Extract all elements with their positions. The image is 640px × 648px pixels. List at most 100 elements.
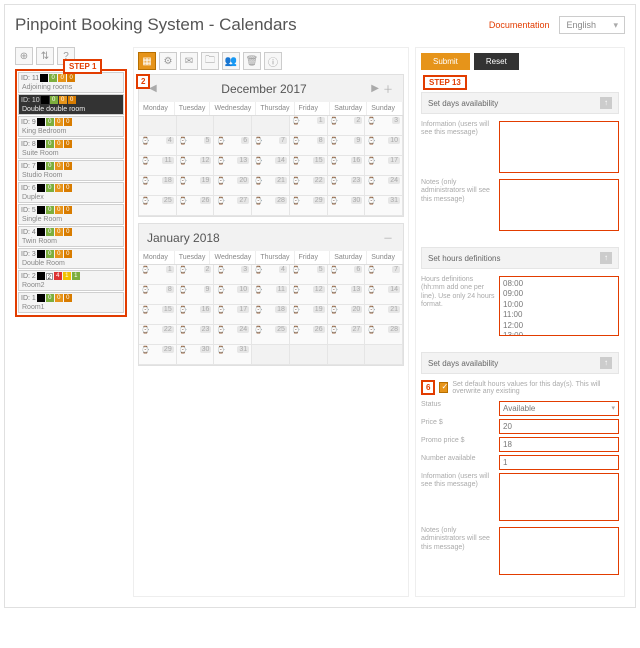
day-cell[interactable] bbox=[365, 345, 403, 365]
day-cell[interactable]: ⌚10 bbox=[214, 285, 252, 305]
day-cell[interactable]: ⌚2 bbox=[328, 116, 366, 136]
collapse-icon[interactable]: ↑ bbox=[600, 357, 612, 369]
info-textarea-2[interactable] bbox=[499, 473, 619, 521]
day-cell[interactable]: ⌚16 bbox=[328, 156, 366, 176]
sort-icon[interactable]: ⇅ bbox=[36, 47, 54, 65]
reset-button[interactable]: Reset bbox=[474, 53, 519, 70]
day-cell[interactable]: ⌚17 bbox=[365, 156, 403, 176]
day-cell[interactable]: ⌚23 bbox=[328, 176, 366, 196]
day-cell[interactable]: ⌚30 bbox=[177, 345, 215, 365]
day-cell[interactable]: ⌚8 bbox=[139, 285, 177, 305]
day-cell[interactable]: ⌚26 bbox=[177, 196, 215, 216]
day-cell[interactable]: ⌚20 bbox=[328, 305, 366, 325]
day-cell[interactable]: ⌚24 bbox=[214, 325, 252, 345]
info-textarea[interactable] bbox=[499, 121, 619, 173]
hours-textarea[interactable]: 08:00 09:00 10:00 11:00 12:00 13:00 bbox=[499, 276, 619, 336]
day-cell[interactable]: ⌚18 bbox=[139, 176, 177, 196]
day-cell[interactable]: ⌚28 bbox=[252, 196, 290, 216]
toolbar-icon[interactable]: ✉ bbox=[180, 52, 198, 70]
toolbar-icon[interactable]: 👥 bbox=[222, 52, 240, 70]
day-cell[interactable]: ⌚6 bbox=[328, 265, 366, 285]
room-item[interactable]: ID: 1 000 Room1 bbox=[18, 292, 124, 313]
day-cell[interactable]: ⌚25 bbox=[139, 196, 177, 216]
room-item[interactable]: ID: 10 000 Double double room bbox=[18, 94, 124, 115]
notes-textarea-2[interactable] bbox=[499, 527, 619, 575]
day-cell[interactable]: ⌚13 bbox=[328, 285, 366, 305]
day-cell[interactable]: ⌚19 bbox=[290, 305, 328, 325]
day-cell[interactable]: ⌚14 bbox=[252, 156, 290, 176]
day-cell[interactable]: ⌚17 bbox=[214, 305, 252, 325]
room-item[interactable]: ID: 2 2411 Room2 bbox=[18, 270, 124, 291]
day-cell[interactable]: ⌚4 bbox=[139, 136, 177, 156]
room-item[interactable]: ID: 5 000 Single Room bbox=[18, 204, 124, 225]
day-cell[interactable]: ⌚1 bbox=[139, 265, 177, 285]
price-input[interactable] bbox=[499, 419, 619, 434]
day-cell[interactable]: ⌚25 bbox=[252, 325, 290, 345]
day-cell[interactable]: ⌚11 bbox=[139, 156, 177, 176]
day-cell[interactable] bbox=[328, 345, 366, 365]
day-cell[interactable]: ⌚31 bbox=[214, 345, 252, 365]
day-cell[interactable]: ⌚3 bbox=[365, 116, 403, 136]
panel-header[interactable]: Set hours definitions ↑ bbox=[421, 247, 619, 269]
day-cell[interactable]: ⌚1 bbox=[290, 116, 328, 136]
panel-header[interactable]: Set days availability ↑ bbox=[421, 352, 619, 374]
day-cell[interactable]: ⌚27 bbox=[214, 196, 252, 216]
day-cell[interactable]: ⌚21 bbox=[252, 176, 290, 196]
day-cell[interactable]: ⌚21 bbox=[365, 305, 403, 325]
day-cell[interactable]: ⌚5 bbox=[177, 136, 215, 156]
remove-month-icon[interactable]: － bbox=[381, 230, 395, 245]
toolbar-icon[interactable]: 🗀 bbox=[201, 52, 219, 70]
day-cell[interactable] bbox=[214, 116, 252, 136]
day-cell[interactable]: ⌚11 bbox=[252, 285, 290, 305]
language-select[interactable]: English bbox=[559, 16, 625, 34]
toolbar-icon[interactable]: ▦ bbox=[138, 52, 156, 70]
day-cell[interactable]: ⌚7 bbox=[252, 136, 290, 156]
day-cell[interactable]: ⌚29 bbox=[290, 196, 328, 216]
room-item[interactable]: ID: 6 000 Duplex bbox=[18, 182, 124, 203]
day-cell[interactable] bbox=[139, 116, 177, 136]
day-cell[interactable]: ⌚22 bbox=[139, 325, 177, 345]
status-select[interactable]: Available bbox=[499, 401, 619, 416]
documentation-link[interactable]: Documentation bbox=[489, 20, 550, 30]
room-item[interactable]: ID: 4 000 Twin Room bbox=[18, 226, 124, 247]
day-cell[interactable]: ⌚16 bbox=[177, 305, 215, 325]
default-hours-checkbox[interactable] bbox=[439, 382, 448, 393]
day-cell[interactable]: ⌚15 bbox=[139, 305, 177, 325]
day-cell[interactable]: ⌚9 bbox=[328, 136, 366, 156]
day-cell[interactable]: ⌚26 bbox=[290, 325, 328, 345]
day-cell[interactable]: ⌚24 bbox=[365, 176, 403, 196]
day-cell[interactable]: ⌚4 bbox=[252, 265, 290, 285]
collapse-icon[interactable]: ↑ bbox=[600, 252, 612, 264]
day-cell[interactable]: ⌚3 bbox=[214, 265, 252, 285]
room-item[interactable]: ID: 7 000 Studio Room bbox=[18, 160, 124, 181]
toolbar-icon[interactable]: ⓘ bbox=[264, 52, 282, 70]
day-cell[interactable]: ⌚7 bbox=[365, 265, 403, 285]
number-input[interactable] bbox=[499, 455, 619, 470]
add-icon[interactable]: ⊕ bbox=[15, 47, 33, 65]
room-item[interactable]: ID: 11 000 Adjoining rooms bbox=[18, 72, 124, 93]
day-cell[interactable] bbox=[177, 116, 215, 136]
day-cell[interactable]: ⌚8 bbox=[290, 136, 328, 156]
day-cell[interactable] bbox=[290, 345, 328, 365]
notes-textarea[interactable] bbox=[499, 179, 619, 231]
day-cell[interactable]: ⌚28 bbox=[365, 325, 403, 345]
day-cell[interactable]: ⌚27 bbox=[328, 325, 366, 345]
month-grid[interactable]: ⌚1⌚2⌚3⌚4⌚5⌚6⌚7⌚8⌚9⌚10⌚11⌚12⌚13⌚14⌚15⌚16⌚… bbox=[139, 115, 403, 216]
day-cell[interactable]: ⌚12 bbox=[290, 285, 328, 305]
day-cell[interactable]: ⌚13 bbox=[214, 156, 252, 176]
day-cell[interactable] bbox=[252, 345, 290, 365]
room-item[interactable]: ID: 8 000 Suite Room bbox=[18, 138, 124, 159]
day-cell[interactable]: ⌚15 bbox=[290, 156, 328, 176]
day-cell[interactable]: ⌚20 bbox=[214, 176, 252, 196]
day-cell[interactable]: ⌚14 bbox=[365, 285, 403, 305]
collapse-icon[interactable]: ↑ bbox=[600, 97, 612, 109]
day-cell[interactable]: ⌚6 bbox=[214, 136, 252, 156]
day-cell[interactable]: ⌚31 bbox=[365, 196, 403, 216]
day-cell[interactable]: ⌚29 bbox=[139, 345, 177, 365]
day-cell[interactable]: ⌚22 bbox=[290, 176, 328, 196]
room-item[interactable]: ID: 9 000 King Bedroom bbox=[18, 116, 124, 137]
month-grid[interactable]: ⌚1⌚2⌚3⌚4⌚5⌚6⌚7⌚8⌚9⌚10⌚11⌚12⌚13⌚14⌚15⌚16⌚… bbox=[139, 264, 403, 365]
day-cell[interactable]: ⌚2 bbox=[177, 265, 215, 285]
panel-header[interactable]: Set days availability ↑ bbox=[421, 92, 619, 114]
day-cell[interactable]: ⌚30 bbox=[328, 196, 366, 216]
